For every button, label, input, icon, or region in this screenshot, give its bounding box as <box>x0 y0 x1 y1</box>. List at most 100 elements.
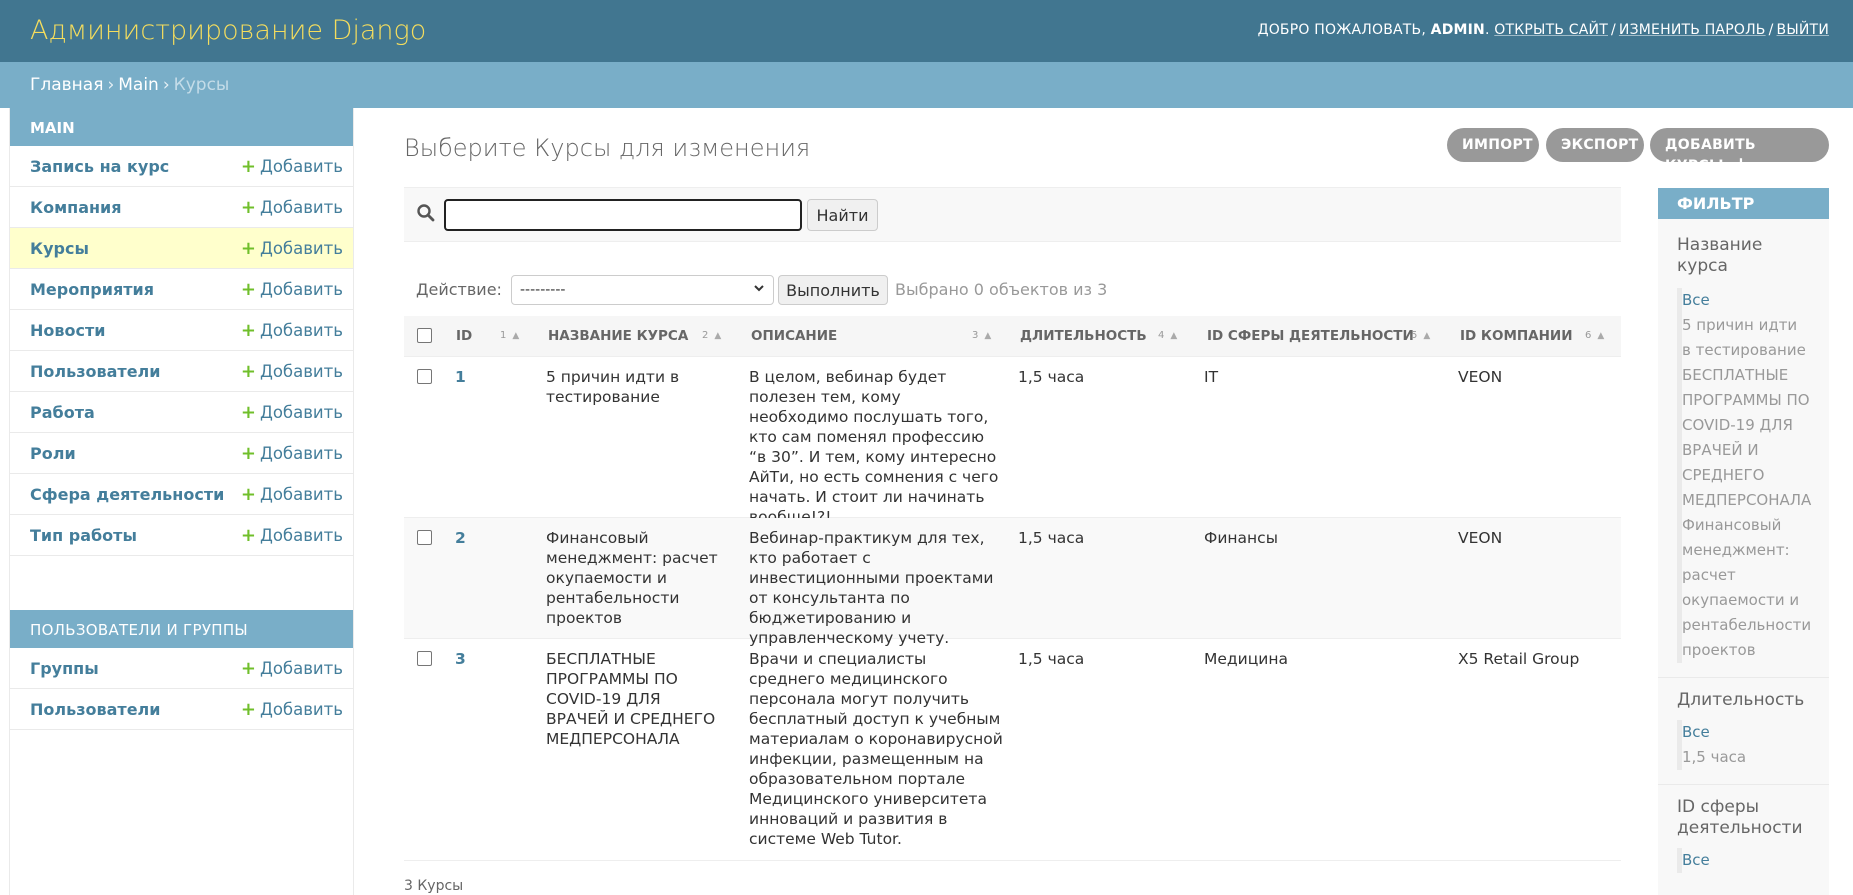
add-course-button[interactable]: Добавить Курсы + <box>1650 128 1829 175</box>
module-caption-main[interactable]: MAIN <box>10 108 353 146</box>
action-select-value: --------- <box>520 282 566 298</box>
add-button[interactable]: + Добавить <box>241 156 343 177</box>
plus-icon: + <box>240 658 256 679</box>
add-button[interactable]: + Добавить <box>241 320 343 341</box>
row-sphere: Медицина <box>1204 650 1288 668</box>
table-header: ID 1 ▲ Название курса 2 ▲ Описание 3 ▲ Длит… <box>404 316 1621 357</box>
sidebar-item-link[interactable]: Сфера деятельности <box>30 485 224 504</box>
sidebar-item-link[interactable]: Мероприятия <box>30 280 154 299</box>
add-button[interactable]: + Добавить <box>241 484 343 505</box>
plus-icon: + <box>1732 153 1750 175</box>
add-button[interactable]: + Добавить <box>241 402 343 423</box>
sidebar-item-link[interactable]: Компания <box>30 198 122 217</box>
row-course-name: Финансовый менеджмент: расчет окупаемост… <box>546 529 718 627</box>
add-button[interactable]: + Добавить <box>241 699 343 720</box>
page-title: Выберите Курсы для изменения <box>404 134 811 162</box>
column-header-sphere[interactable]: ID сферы деятельности <box>1207 328 1414 344</box>
header: Администрирование Django Добро пожаловат… <box>0 0 1853 62</box>
plus-icon: + <box>240 699 256 720</box>
import-button[interactable]: Импорт <box>1447 128 1539 162</box>
sort-indicator-company[interactable]: 6 ▲ <box>1585 330 1604 341</box>
add-button[interactable]: + Добавить <box>241 238 343 259</box>
filter-list-course-name: Все 5 причин идти в тестирование БЕСПЛАТ… <box>1677 288 1829 663</box>
search-button[interactable]: Найти <box>807 199 878 231</box>
sidebar-item-link[interactable]: Запись на курс <box>30 157 169 176</box>
site-branding[interactable]: Администрирование Django <box>30 15 426 46</box>
add-button[interactable]: + Добавить <box>241 443 343 464</box>
filter-option[interactable]: Все <box>1682 848 1829 873</box>
action-select[interactable]: --------- <box>511 275 774 305</box>
sort-asc-icon: ▲ <box>714 331 722 341</box>
add-button[interactable]: + Добавить <box>241 658 343 679</box>
add-button[interactable]: + Добавить <box>241 279 343 300</box>
search-input[interactable] <box>444 199 802 231</box>
filter-option[interactable]: 5 причин идти в тестирование <box>1682 313 1810 363</box>
add-label: Добавить <box>259 444 343 463</box>
sort-indicator-sphere[interactable]: 5 ▲ <box>1411 330 1430 341</box>
run-action-button[interactable]: Выполнить <box>778 275 888 305</box>
filter-title-duration: Длительность <box>1677 690 1805 710</box>
export-button[interactable]: Экспорт <box>1546 128 1644 162</box>
welcome-text: Добро пожаловать, <box>1257 22 1426 38</box>
column-header-company[interactable]: ID компании <box>1460 328 1573 344</box>
sort-indicator-name[interactable]: 2 ▲ <box>702 330 721 341</box>
sort-priority: 4 <box>1158 330 1165 341</box>
breadcrumb-app[interactable]: Main <box>118 75 159 95</box>
sidebar-item-link[interactable]: Роли <box>30 444 76 463</box>
filter-option[interactable]: Все <box>1682 720 1829 745</box>
sort-indicator-description[interactable]: 3 ▲ <box>972 330 991 341</box>
sort-priority: 1 <box>500 330 507 341</box>
filter-list-sphere: Все <box>1677 848 1829 873</box>
plus-icon: + <box>240 443 256 464</box>
column-header-id[interactable]: ID <box>456 328 472 344</box>
change-password-link[interactable]: Изменить пароль <box>1619 22 1766 38</box>
module-caption-users[interactable]: Пользователи и группы <box>10 610 353 648</box>
row-id-link[interactable]: 1 <box>455 367 495 387</box>
column-header-name[interactable]: Название курса <box>548 328 688 344</box>
table-row: 3 БЕСПЛАТНЫЕ ПРОГРАММЫ ПО COVID-19 ДЛЯ В… <box>404 639 1621 861</box>
username: admin <box>1430 22 1485 38</box>
sidebar-item-link[interactable]: Пользователи <box>30 700 160 719</box>
sidebar-item-link[interactable]: Тип работы <box>30 526 137 545</box>
plus-icon: + <box>240 238 256 259</box>
sort-indicator-id[interactable]: 1 ▲ <box>500 330 519 341</box>
add-button[interactable]: + Добавить <box>241 361 343 382</box>
column-header-description[interactable]: Описание <box>751 328 837 344</box>
add-label: Добавить <box>259 239 343 258</box>
sidebar-item-link[interactable]: Новости <box>30 321 105 340</box>
row-id-link[interactable]: 2 <box>455 528 495 548</box>
action-label: Действие: <box>416 280 502 299</box>
filter-option[interactable]: Все <box>1682 288 1829 313</box>
filter-option[interactable]: Финансовый менеджмент: расчет окупаемост… <box>1682 513 1811 663</box>
row-sphere: IT <box>1204 368 1219 386</box>
breadcrumb-home[interactable]: Главная <box>30 75 103 95</box>
sort-priority: 3 <box>972 330 979 341</box>
add-button[interactable]: + Добавить <box>241 525 343 546</box>
sort-priority: 6 <box>1585 330 1592 341</box>
row-company: VEON <box>1458 529 1503 547</box>
nav-sidebar: MAIN Запись на курс + Добавить Компания + Доб… <box>9 108 354 895</box>
sort-priority: 2 <box>702 330 709 341</box>
sort-asc-icon: ▲ <box>984 331 992 341</box>
sidebar-item-link[interactable]: Пользователи <box>30 362 160 381</box>
row-checkbox[interactable] <box>417 369 432 384</box>
filter-title-course-name: Название курса <box>1677 235 1763 276</box>
row-id-link[interactable]: 3 <box>455 649 495 669</box>
select-all-checkbox[interactable] <box>417 328 432 343</box>
logout-link[interactable]: Выйти <box>1777 22 1829 38</box>
view-site-link[interactable]: Открыть сайт <box>1494 22 1608 38</box>
column-header-duration[interactable]: Длительность <box>1020 328 1147 344</box>
add-label: Добавить <box>259 526 343 545</box>
sort-indicator-duration[interactable]: 4 ▲ <box>1158 330 1177 341</box>
add-button[interactable]: + Добавить <box>241 197 343 218</box>
user-tools: Добро пожаловать, admin. Открыть сайт / Из… <box>1257 22 1829 38</box>
action-counter: Выбрано 0 объектов из 3 <box>895 280 1108 299</box>
sidebar-item-link[interactable]: Группы <box>30 659 99 678</box>
row-checkbox[interactable] <box>417 651 432 666</box>
row-checkbox[interactable] <box>417 530 432 545</box>
filter-option[interactable]: 1,5 часа <box>1682 745 1829 770</box>
sidebar-item-link[interactable]: Курсы <box>30 239 89 258</box>
filter-option[interactable]: БЕСПЛАТНЫЕ ПРОГРАММЫ ПО COVID-19 ДЛЯ ВРА… <box>1682 363 1811 513</box>
filter-list-duration: Все 1,5 часа <box>1677 720 1829 770</box>
sidebar-item-link[interactable]: Работа <box>30 403 95 422</box>
